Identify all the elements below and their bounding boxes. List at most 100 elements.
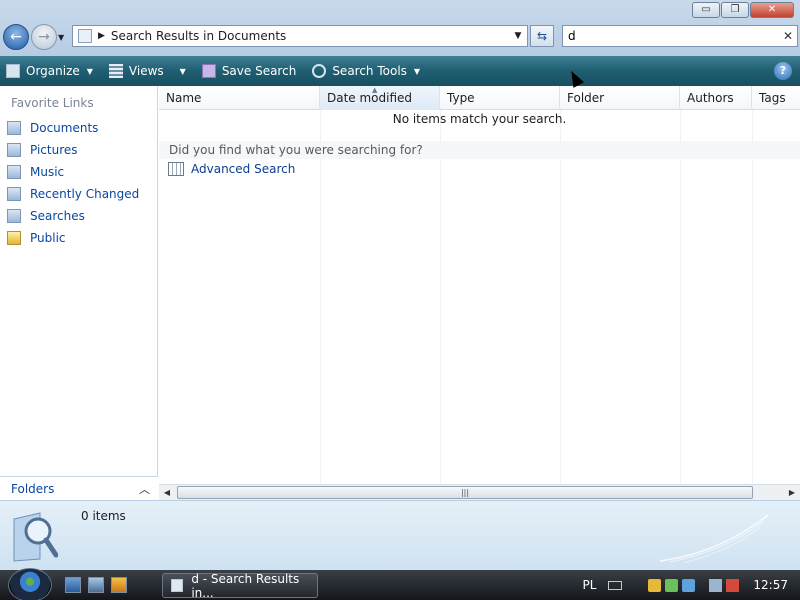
minimize-button[interactable]: ▭ [692, 2, 720, 18]
keyboard-icon[interactable] [608, 580, 623, 590]
column-divider [560, 110, 561, 484]
address-path[interactable]: Search Results in Documents [111, 29, 509, 43]
start-button[interactable] [8, 568, 52, 600]
favorite-link-music[interactable]: Music [0, 161, 158, 183]
advanced-search-link[interactable]: Advanced Search [168, 162, 295, 176]
column-header-date-modified[interactable]: Date modified ▲ [320, 86, 440, 110]
views-button[interactable]: Views ▼ [103, 56, 192, 86]
search-window-icon [171, 579, 184, 592]
organize-button[interactable]: Organize ▼ [0, 56, 99, 86]
views-label: Views [128, 64, 164, 78]
refresh-icon: ⇆ [536, 29, 548, 43]
show-desktop-icon[interactable] [65, 577, 81, 593]
taskbar-window-button[interactable]: d - Search Results in... [162, 571, 318, 600]
defender-icon[interactable] [665, 578, 679, 592]
back-arrow-icon: ← [10, 29, 22, 45]
save-search-label: Save Search [221, 64, 297, 78]
command-bar: Organize ▼ Views ▼ Save Search Search To… [0, 56, 800, 86]
save-search-button[interactable]: Save Search [196, 56, 303, 86]
search-hint: Did you find what you were searching for… [159, 141, 800, 159]
searches-icon [7, 209, 21, 223]
scrollbar-thumb[interactable]: ||| [177, 486, 753, 499]
search-box[interactable]: ✕ [562, 25, 798, 47]
clock[interactable]: 12:57 [753, 578, 788, 592]
favorite-link-recently-changed[interactable]: Recently Changed [0, 183, 158, 205]
music-icon [7, 165, 21, 179]
favorite-link-label: Searches [30, 209, 85, 223]
horizontal-scrollbar[interactable]: ◀ ||| ▶ [159, 484, 800, 500]
search-tools-icon [312, 64, 327, 78]
decorative-swoosh [660, 514, 769, 563]
address-bar[interactable]: ▶ Search Results in Documents ▼ [72, 25, 528, 47]
help-button[interactable]: ? [774, 62, 792, 80]
views-icon [108, 64, 123, 78]
column-header-label: Date modified [327, 91, 413, 105]
column-header-name[interactable]: Name [159, 86, 320, 110]
updates-icon[interactable] [682, 578, 696, 592]
taskbar: d - Search Results in... PL 12:57 [0, 568, 800, 600]
media-player-icon[interactable] [111, 577, 127, 593]
file-list-pane: Name Date modified ▲ Type Folder Authors… [159, 86, 800, 484]
clear-search-button[interactable]: ✕ [779, 29, 797, 43]
column-header-tags[interactable]: Tags [752, 86, 800, 110]
documents-icon [7, 121, 21, 135]
security-shield-icon[interactable] [648, 578, 662, 592]
favorite-link-label: Pictures [30, 143, 78, 157]
network-icon[interactable] [709, 578, 723, 592]
folders-toggle[interactable]: Folders ︿ [0, 476, 158, 500]
breadcrumb-separator-icon[interactable]: ▶ [98, 31, 105, 41]
column-divider [320, 110, 321, 484]
search-tools-label: Search Tools [332, 64, 407, 78]
back-button[interactable]: ← [3, 24, 29, 50]
favorite-link-label: Music [30, 165, 65, 179]
favorite-link-label: Recently Changed [30, 187, 140, 201]
forward-button[interactable]: → [31, 24, 57, 50]
search-input[interactable] [568, 29, 779, 43]
sort-indicator-icon: ▲ [372, 86, 378, 94]
search-tools-button[interactable]: Search Tools ▼ [306, 56, 426, 86]
taskbar-window-label: d - Search Results in... [191, 571, 300, 600]
chevron-up-icon: ︿ [139, 482, 150, 496]
favorite-link-documents[interactable]: Documents [0, 117, 158, 139]
favorite-link-searches[interactable]: Searches [0, 205, 158, 227]
switch-windows-icon[interactable] [88, 577, 104, 593]
column-header-row: Name Date modified ▲ Type Folder Authors… [159, 86, 800, 110]
advanced-search-icon [168, 162, 184, 176]
column-header-authors[interactable]: Authors [680, 86, 752, 110]
recent-pages-dropdown[interactable]: ▼ [58, 33, 64, 42]
navigation-pane: Favorite Links Documents Pictures Music … [0, 86, 158, 500]
advanced-search-label: Advanced Search [191, 162, 296, 176]
organize-icon [6, 64, 20, 78]
search-folder-large-icon [13, 512, 58, 562]
language-indicator[interactable]: PL [582, 578, 596, 592]
column-header-folder[interactable]: Folder [560, 86, 680, 110]
close-button[interactable]: ✕ [750, 2, 794, 18]
search-folder-icon [78, 29, 92, 43]
forward-arrow-icon: → [38, 29, 50, 45]
empty-results-message: No items match your search. [392, 112, 567, 126]
column-divider [440, 110, 441, 484]
refresh-button[interactable]: ⇆ [530, 25, 554, 47]
chevron-down-icon: ▼ [179, 66, 186, 76]
favorite-links-list: Documents Pictures Music Recently Change… [0, 117, 158, 249]
chevron-down-icon: ▼ [86, 66, 93, 76]
favorite-link-public[interactable]: Public [0, 227, 158, 249]
column-header-type[interactable]: Type [440, 86, 560, 110]
system-tray: PL 12:57 [582, 570, 800, 600]
scroll-right-arrow[interactable]: ▶ [784, 486, 800, 500]
recently-changed-icon [7, 187, 21, 201]
favorite-links-title: Favorite Links [11, 96, 94, 110]
title-bar: ▭ ❐ ✕ ← → ▼ ▶ Search Results in Document… [0, 0, 800, 56]
scroll-left-arrow[interactable]: ◀ [159, 486, 175, 500]
item-count: 0 items [81, 509, 126, 523]
window-controls: ▭ ❐ ✕ [691, 2, 794, 18]
maximize-button[interactable]: ❐ [721, 2, 749, 18]
address-dropdown-icon[interactable]: ▼ [509, 31, 527, 41]
public-folder-icon [7, 231, 21, 245]
favorite-link-pictures[interactable]: Pictures [0, 139, 158, 161]
column-divider [680, 110, 681, 484]
volume-muted-icon[interactable] [726, 578, 740, 592]
save-search-icon [201, 64, 216, 78]
pictures-icon [7, 143, 21, 157]
details-pane: 0 items [0, 500, 800, 570]
